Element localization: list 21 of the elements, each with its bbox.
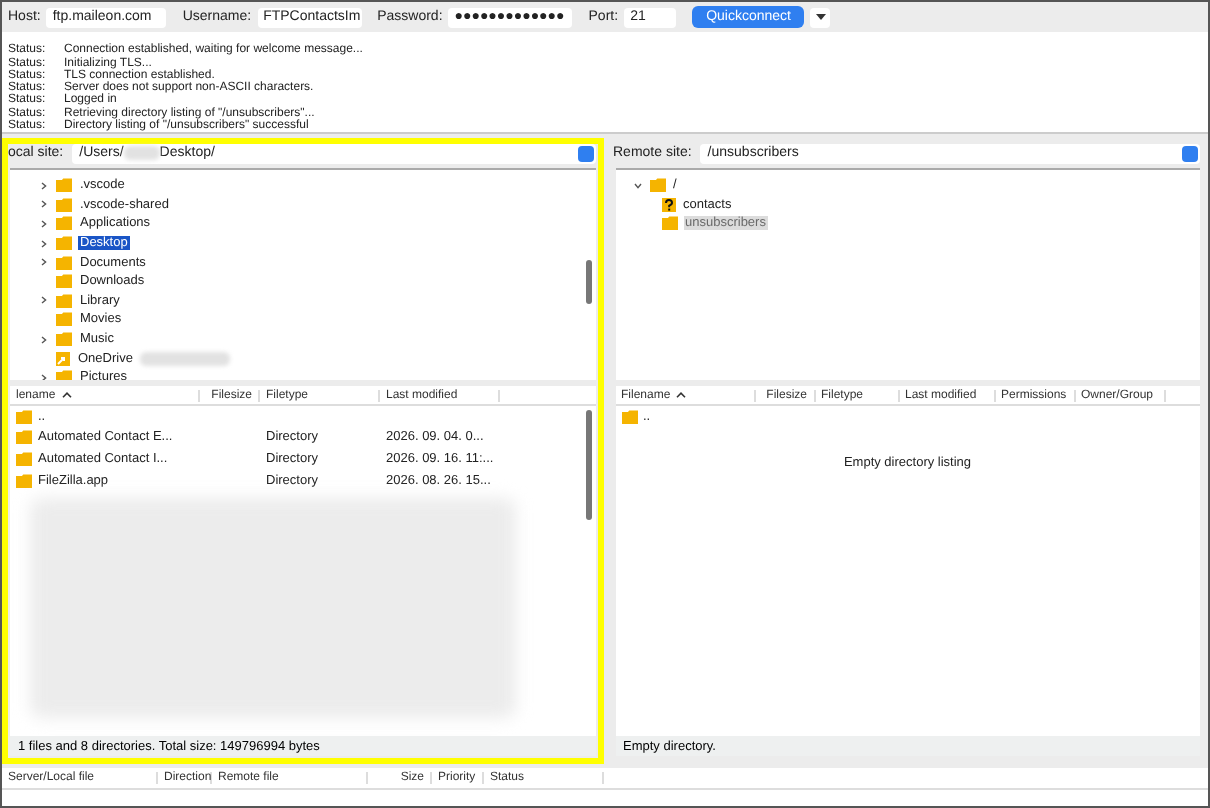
chevron-icon[interactable]	[40, 335, 48, 344]
folder-icon	[649, 178, 665, 193]
chevron-icon[interactable]	[40, 219, 48, 228]
question-icon	[661, 197, 675, 212]
chevron-icon[interactable]	[40, 258, 48, 267]
chevron-icon[interactable]	[40, 181, 48, 190]
sort-icon	[676, 392, 687, 398]
chevron-icon[interactable]	[40, 373, 48, 380]
chevron-icon[interactable]	[40, 239, 48, 248]
sort-icon	[61, 392, 72, 398]
chevron-icon[interactable]	[633, 181, 641, 190]
folder-icon	[621, 409, 637, 424]
folder-icon	[56, 370, 72, 380]
folder-icon	[661, 216, 677, 231]
chevron-icon[interactable]	[40, 200, 48, 209]
scrollbar[interactable]	[585, 410, 591, 520]
chevron-icon[interactable]	[40, 296, 48, 305]
scrollbar[interactable]	[585, 260, 591, 304]
shortcut-icon	[56, 351, 70, 366]
dropdown-button[interactable]	[810, 7, 831, 27]
caret-icon	[815, 14, 826, 20]
